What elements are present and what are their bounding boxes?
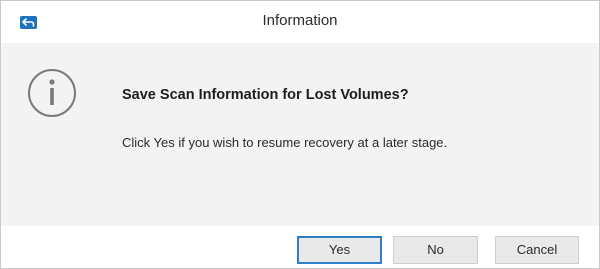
info-circle-icon	[28, 69, 76, 117]
button-bar: Yes No Cancel	[1, 226, 599, 268]
no-button[interactable]: No	[393, 236, 478, 264]
cancel-button[interactable]: Cancel	[495, 236, 579, 264]
dialog-heading: Save Scan Information for Lost Volumes?	[122, 87, 409, 103]
window-title: Information	[262, 12, 338, 29]
yes-button[interactable]: Yes	[297, 236, 382, 264]
information-dialog: Information Save Scan Information for Lo…	[0, 0, 600, 269]
title-bar: Information	[1, 1, 599, 43]
dialog-message: Click Yes if you wish to resume recovery…	[122, 135, 448, 150]
